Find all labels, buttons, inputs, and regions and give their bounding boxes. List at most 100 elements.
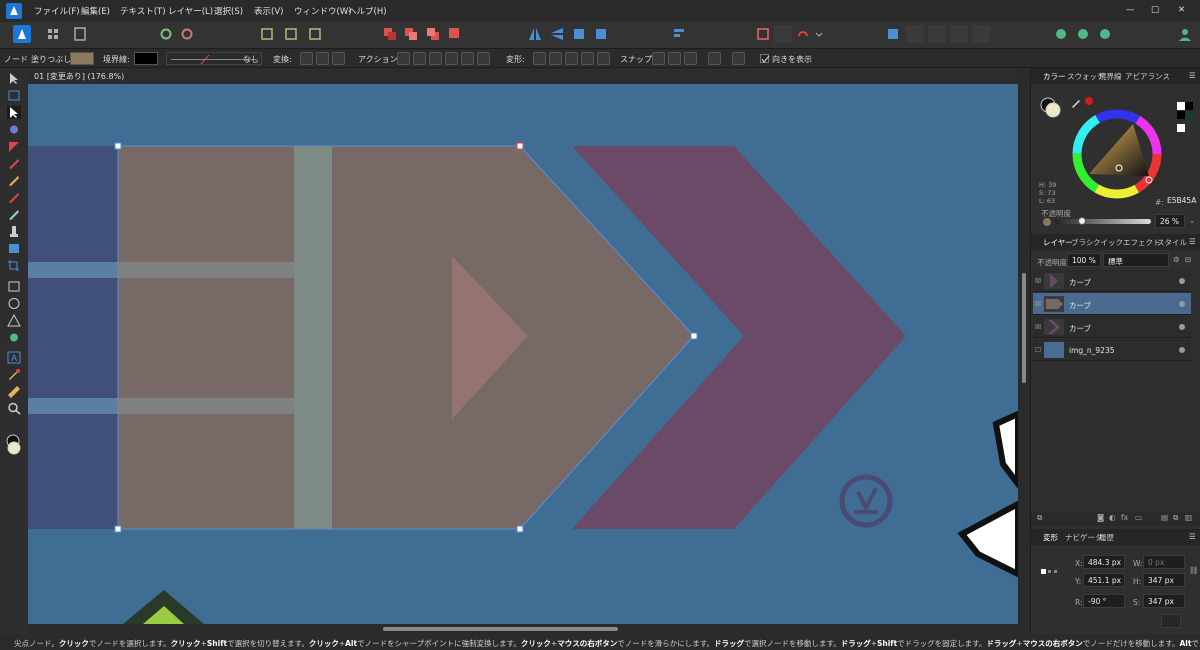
move-forward-icon[interactable] [424, 25, 442, 43]
vertical-scrollbar[interactable] [1018, 68, 1030, 634]
panel-menu-icon[interactable]: ☰ [1189, 532, 1196, 541]
delete-layer-icon[interactable]: ▥ [1185, 513, 1192, 522]
node-handle[interactable] [114, 142, 122, 150]
lock-aspect-icon[interactable]: ⛓ [1189, 566, 1199, 575]
app-logo-icon[interactable] [6, 3, 22, 19]
layer-lock-icon[interactable]: ⊟ [1185, 255, 1191, 264]
effects-icon[interactable]: fx [1121, 513, 1128, 522]
recent-color-dot[interactable] [1085, 97, 1093, 105]
insert-inside-icon[interactable] [1096, 25, 1114, 43]
height-input[interactable]: 347 px [1143, 573, 1185, 587]
snap-option-4[interactable] [708, 52, 721, 65]
align-icon[interactable] [670, 25, 688, 43]
zoom-tool-icon[interactable] [7, 402, 21, 415]
ellipse-tool-icon[interactable] [7, 297, 21, 310]
width-input[interactable]: 0 px [1143, 555, 1185, 569]
horizontal-scrollbar[interactable] [28, 624, 1018, 634]
vector-brush-tool-icon[interactable] [7, 191, 21, 204]
layer-row[interactable]: ☒ カーブ [1033, 293, 1191, 315]
y-position-input[interactable]: 451.1 px [1083, 573, 1125, 587]
snapping-icon[interactable] [258, 25, 276, 43]
insert-behind-icon[interactable] [1052, 25, 1070, 43]
panel-menu-icon[interactable]: ☰ [1189, 71, 1196, 80]
layer-row[interactable]: ☒ カーブ [1033, 316, 1191, 338]
snapping-options-icon[interactable] [282, 25, 300, 43]
fill-stroke-swatches[interactable] [4, 434, 24, 456]
fill-tool-icon[interactable] [7, 208, 21, 221]
join-curves-button[interactable] [445, 52, 458, 65]
tab-history[interactable]: 履歴 [1099, 532, 1114, 543]
color-mini-swatches[interactable] [1177, 102, 1195, 136]
layer-opacity-input[interactable]: 100 % [1067, 253, 1101, 267]
opacity-slider[interactable] [1055, 217, 1151, 225]
node-handle[interactable] [516, 142, 524, 150]
pen-tool-icon[interactable] [7, 157, 21, 170]
tab-brushes[interactable]: ブラシ [1071, 237, 1093, 248]
move-to-back-icon[interactable] [381, 25, 399, 43]
transform-option-3[interactable] [581, 52, 594, 65]
layer-visibility-dot[interactable] [1179, 301, 1185, 307]
rotate-left-icon[interactable] [570, 25, 588, 43]
point-transform-tool-icon[interactable] [7, 123, 21, 136]
move-tool-icon[interactable] [7, 72, 21, 85]
export-persona-icon[interactable] [71, 25, 89, 43]
account-user-icon[interactable] [1176, 25, 1194, 43]
layer-visibility-dot[interactable] [1179, 347, 1185, 353]
panel-menu-icon[interactable]: ☰ [1189, 237, 1196, 246]
break-curve-button[interactable] [397, 52, 410, 65]
boolean-xor-icon[interactable] [950, 25, 968, 43]
tab-quick-effects[interactable]: クイックエフェクト [1093, 237, 1161, 248]
rotate-right-icon[interactable] [592, 25, 610, 43]
menu-text[interactable]: テキスト(T) [120, 5, 166, 17]
node-handle[interactable] [690, 332, 698, 340]
add-layer-icon[interactable]: ▤ [1161, 513, 1168, 522]
snap-option-5[interactable] [732, 52, 745, 65]
ruler-tool-icon[interactable] [7, 385, 21, 398]
color-opacity-value[interactable]: 26 % [1155, 214, 1185, 228]
tab-appearance[interactable]: アピアランス [1125, 71, 1170, 82]
show-direction-checkbox[interactable] [760, 54, 770, 63]
node-handle[interactable] [114, 525, 122, 533]
crop-tool-icon[interactable] [7, 259, 21, 272]
flip-vertical-icon[interactable] [548, 25, 566, 43]
text-tool-icon[interactable]: A [7, 351, 21, 364]
boolean-add-icon[interactable] [884, 25, 902, 43]
eyedropper-tool-icon[interactable] [7, 368, 21, 381]
place-image-tool-icon[interactable] [7, 242, 21, 255]
blend-mode-select[interactable]: 標準 [1103, 253, 1169, 267]
transform-options-button[interactable] [1161, 614, 1181, 628]
snapping-candidates-icon[interactable] [306, 25, 324, 43]
tab-navigator[interactable]: ナビゲータ [1065, 532, 1103, 543]
tab-transform[interactable]: 変形 [1043, 532, 1058, 543]
horizontal-scroll-thumb[interactable] [383, 627, 618, 631]
menu-help[interactable]: ヘルプ(H) [348, 5, 387, 17]
boolean-divide-icon[interactable] [972, 25, 990, 43]
snap-option-3[interactable] [684, 52, 697, 65]
shape-tool-icon[interactable] [7, 331, 21, 344]
convert-smooth-button[interactable] [316, 52, 329, 65]
minimize-button[interactable]: — [1126, 5, 1135, 15]
move-back-icon[interactable] [402, 25, 420, 43]
smooth-curve-button[interactable] [429, 52, 442, 65]
add-mask-icon[interactable]: ◙ [1097, 513, 1104, 522]
transform-option-1[interactable] [549, 52, 562, 65]
layer-visibility-icon[interactable]: ☒ [1035, 300, 1041, 308]
tab-stroke[interactable]: 境界線 [1099, 71, 1122, 82]
layer-visibility-dot[interactable] [1179, 278, 1185, 284]
transform-origin-icon[interactable] [754, 25, 772, 43]
convert-smart-button[interactable] [332, 52, 345, 65]
layer-row[interactable]: ☒ カーブ [1033, 270, 1191, 292]
corner-tool-icon[interactable] [7, 140, 21, 153]
layer-visibility-icon[interactable]: ☒ [1035, 277, 1041, 285]
maximize-button[interactable]: □ [1151, 5, 1159, 15]
flip-horizontal-icon[interactable] [526, 25, 544, 43]
rotation-input[interactable]: -90 ° [1083, 594, 1125, 608]
fill-stroke-indicator[interactable] [1039, 96, 1063, 120]
menu-window[interactable]: ウィンドウ(W) [294, 5, 352, 17]
transform-option-2[interactable] [565, 52, 578, 65]
close-button[interactable]: ✕ [1178, 5, 1185, 15]
shear-input[interactable]: 347 px [1143, 594, 1185, 608]
x-position-input[interactable]: 484.3 px [1083, 555, 1125, 569]
layer-settings-gear-icon[interactable]: ⚙ [1173, 255, 1180, 264]
document-settings-icon[interactable] [157, 25, 175, 43]
